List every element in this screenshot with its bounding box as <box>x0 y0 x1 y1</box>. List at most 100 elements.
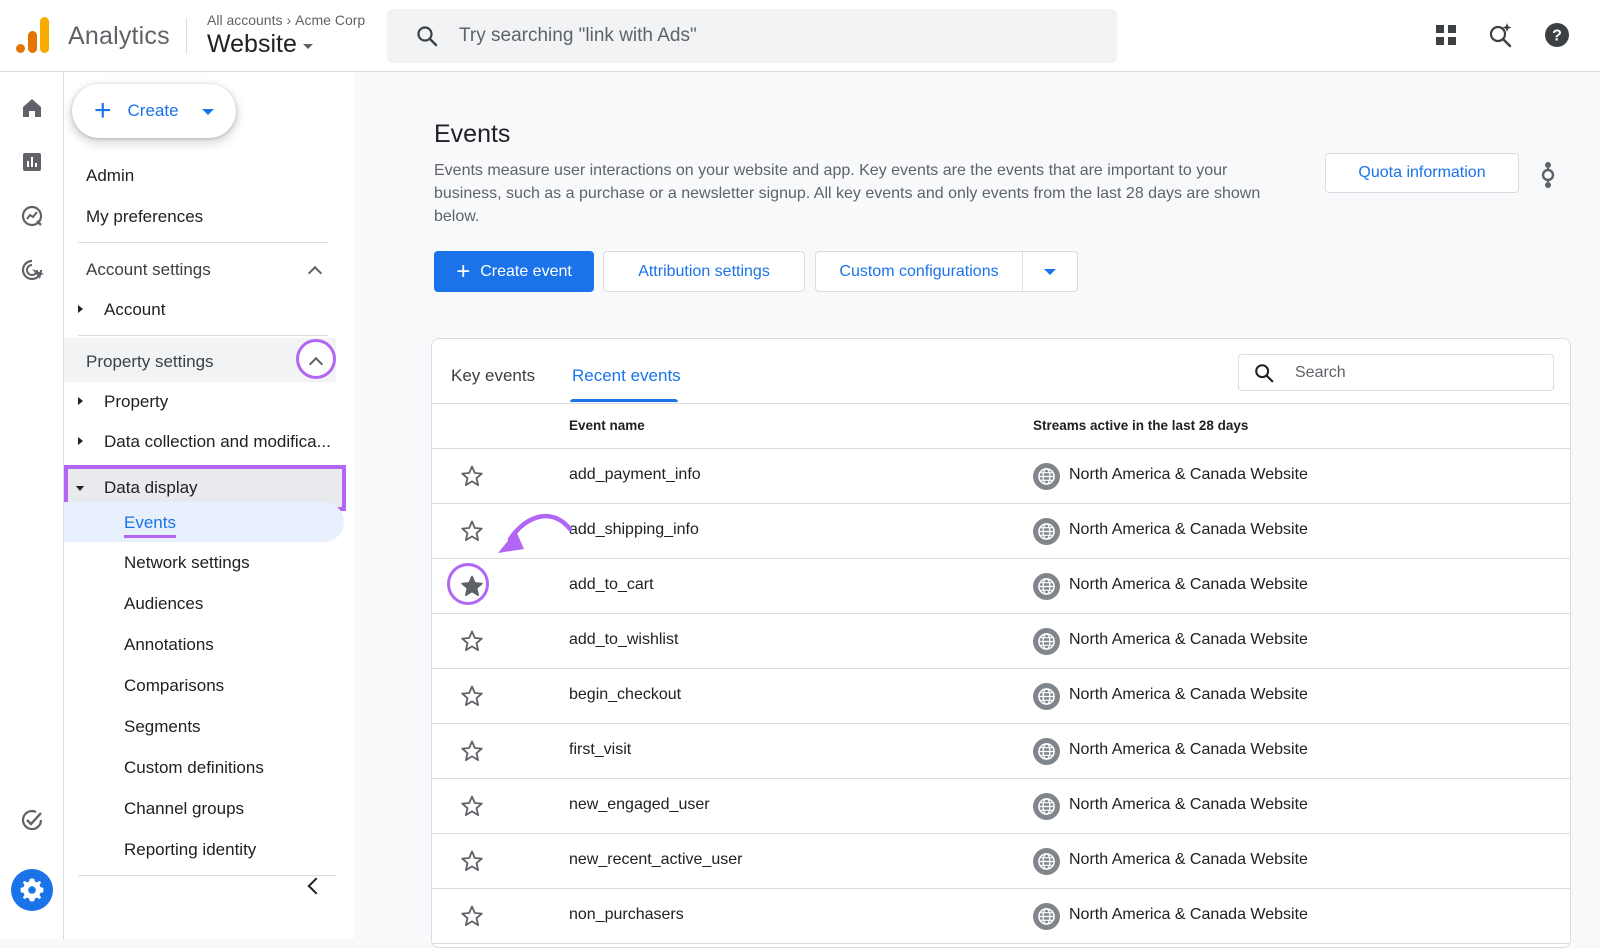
table-row[interactable]: first_visit North America & Canada Websit… <box>432 724 1570 779</box>
table-row[interactable]: new_engaged_user North America & Canada W… <box>432 779 1570 834</box>
quota-information-button[interactable]: Quota information <box>1325 153 1519 193</box>
sidebar-item-segments[interactable]: Segments <box>124 717 201 737</box>
breadcrumb-all-accounts[interactable]: All accounts <box>207 12 282 28</box>
global-search[interactable] <box>387 9 1117 63</box>
table-row[interactable]: add_to_cart North America & Canada Websit… <box>432 559 1570 614</box>
page-title: Events <box>434 120 511 148</box>
events-table-card: Key events Recent events Event name Stre… <box>431 338 1571 948</box>
collapse-arrow-icon[interactable] <box>76 486 84 491</box>
globe-icon <box>1033 738 1060 765</box>
table-row[interactable]: add_shipping_info North America & Canada … <box>432 504 1570 559</box>
tab-key-events[interactable]: Key events <box>451 366 535 386</box>
page-description: Events measure user interactions on your… <box>434 162 1261 225</box>
expand-arrow-icon[interactable] <box>78 437 83 445</box>
sidebar-item-network-settings[interactable]: Network settings <box>124 553 250 573</box>
column-header-streams[interactable]: Streams active in the last 28 days <box>1033 418 1248 433</box>
column-header-event-name[interactable]: Event name <box>569 418 645 433</box>
apps-grid-icon[interactable] <box>1434 23 1458 47</box>
sidebar-item-comparisons[interactable]: Comparisons <box>124 676 224 696</box>
property-settings-header[interactable]: Property settings <box>86 352 214 372</box>
tab-recent-events[interactable]: Recent events <box>572 366 681 386</box>
create-event-label: Create event <box>480 262 572 280</box>
help-icon[interactable]: ? <box>1544 22 1570 48</box>
account-settings-header[interactable]: Account settings <box>86 260 211 280</box>
sidebar-divider <box>78 335 328 336</box>
star-outline-icon[interactable] <box>460 629 484 653</box>
gear-icon <box>20 878 44 902</box>
breadcrumb-account[interactable]: Acme Corp <box>295 12 365 28</box>
event-name: begin_checkout <box>569 686 682 703</box>
globe-icon <box>1033 518 1060 545</box>
globe-icon <box>1033 683 1060 710</box>
stream-name: North America & Canada Website <box>1069 631 1308 648</box>
star-outline-icon[interactable] <box>460 464 484 488</box>
collapse-sidebar-chevron-icon[interactable] <box>307 877 325 895</box>
star-outline-icon[interactable] <box>460 904 484 928</box>
star-outline-icon[interactable] <box>460 849 484 873</box>
table-row[interactable]: add_payment_info North America & Canada W… <box>432 449 1570 504</box>
create-event-button[interactable]: + Create event <box>434 251 594 292</box>
sidebar-item-events[interactable]: Events <box>124 513 176 538</box>
create-button[interactable]: + Create <box>72 84 236 138</box>
global-search-input[interactable] <box>459 25 1059 47</box>
chevron-up-icon[interactable] <box>307 265 323 281</box>
sidebar-item-annotations[interactable]: Annotations <box>124 635 214 655</box>
event-name: add_shipping_info <box>569 521 699 538</box>
star-outline-icon[interactable] <box>460 684 484 708</box>
globe-icon <box>1033 628 1060 655</box>
stream-name: North America & Canada Website <box>1069 466 1308 483</box>
create-label: Create <box>127 101 179 120</box>
expand-arrow-icon[interactable] <box>78 305 83 313</box>
stream-name: North America & Canada Website <box>1069 796 1308 813</box>
sidebar-item-data-display[interactable]: Data display <box>104 478 198 498</box>
breadcrumb[interactable]: All accounts › Acme Corp <box>207 12 365 28</box>
star-outline-icon[interactable] <box>460 794 484 818</box>
home-icon[interactable] <box>20 96 44 120</box>
globe-icon <box>1033 463 1060 490</box>
property-name: Website <box>207 30 297 58</box>
search-icon <box>1255 363 1274 382</box>
checklist-icon[interactable] <box>20 808 44 832</box>
sidebar-item-audiences[interactable]: Audiences <box>124 594 203 614</box>
sidebar-item-admin[interactable]: Admin <box>86 166 134 186</box>
caret-down-icon <box>302 44 313 49</box>
search-insights-icon[interactable] <box>1488 22 1514 48</box>
custom-configurations-dropdown[interactable] <box>1022 251 1078 292</box>
table-row[interactable]: add_to_wishlist North America & Canada We… <box>432 614 1570 669</box>
explore-icon[interactable] <box>20 204 44 228</box>
navigation-rail <box>0 72 64 939</box>
sidebar-item-account[interactable]: Account <box>104 300 165 320</box>
table-row[interactable]: non_purchasers North America & Canada Web… <box>432 889 1570 944</box>
sidebar-item-channel-groups[interactable]: Channel groups <box>124 799 244 819</box>
expand-arrow-icon[interactable] <box>78 397 83 405</box>
table-row[interactable]: new_recent_active_user North America & Ca… <box>432 834 1570 889</box>
star-outline-icon[interactable] <box>460 739 484 763</box>
table-search[interactable] <box>1238 354 1554 391</box>
stream-name: North America & Canada Website <box>1069 686 1308 703</box>
globe-icon <box>1033 903 1060 930</box>
top-app-bar: Analytics All accounts › Acme Corp Websi… <box>0 0 1600 72</box>
sidebar-item-property[interactable]: Property <box>104 392 168 412</box>
caret-down-icon <box>1044 268 1056 275</box>
reports-icon[interactable] <box>20 150 44 174</box>
caret-down-icon <box>202 109 214 115</box>
sidebar-item-data-collection[interactable]: Data collection and modifica... <box>104 432 331 452</box>
globe-icon <box>1033 848 1060 875</box>
advertising-icon[interactable] <box>20 258 44 282</box>
table-row[interactable]: begin_checkout North America & Canada Web… <box>432 669 1570 724</box>
stream-name: North America & Canada Website <box>1069 851 1308 868</box>
sidebar-item-custom-definitions[interactable]: Custom definitions <box>124 758 264 778</box>
sidebar-item-my-preferences[interactable]: My preferences <box>86 207 203 227</box>
debug-view-icon[interactable] <box>1538 160 1558 190</box>
admin-gear-button[interactable] <box>11 869 53 911</box>
stream-name: North America & Canada Website <box>1069 741 1308 758</box>
header-divider <box>186 18 187 54</box>
property-picker[interactable]: Website <box>207 30 313 59</box>
custom-configurations-button[interactable]: Custom configurations <box>815 251 1023 292</box>
stream-name: North America & Canada Website <box>1069 576 1308 593</box>
table-body: add_payment_info North America & Canada W… <box>432 449 1570 944</box>
table-search-input[interactable] <box>1295 363 1535 382</box>
attribution-settings-button[interactable]: Attribution settings <box>603 251 805 292</box>
stream-name: North America & Canada Website <box>1069 521 1308 538</box>
sidebar-item-reporting-identity[interactable]: Reporting identity <box>124 840 256 860</box>
